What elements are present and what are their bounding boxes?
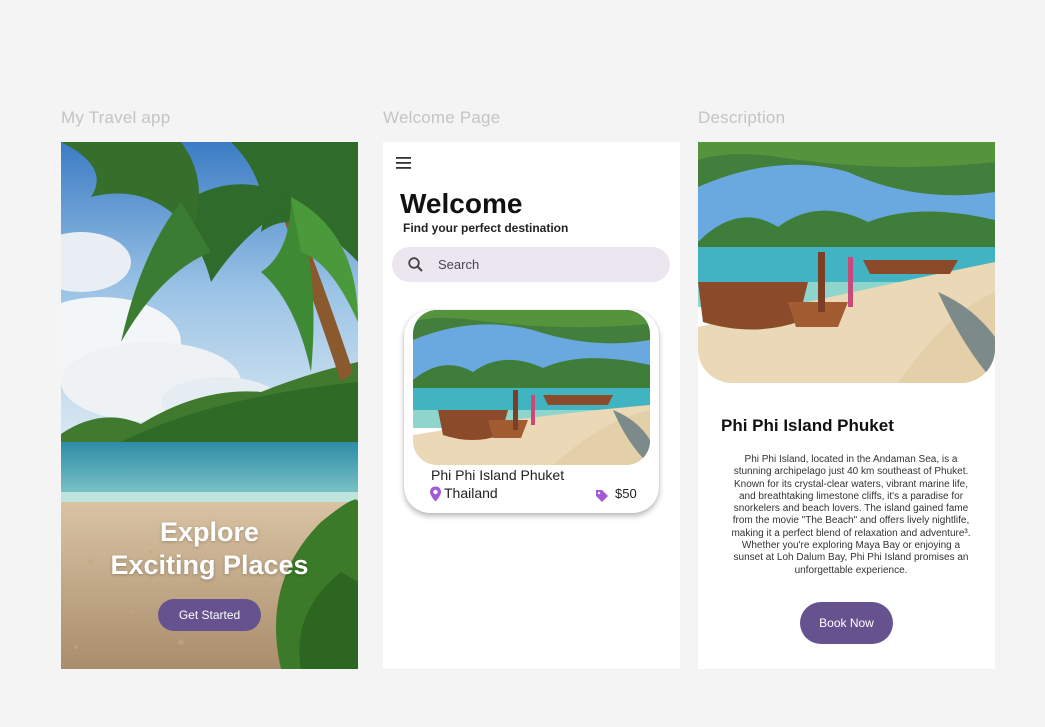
search-bar[interactable]: Search — [392, 247, 670, 282]
frame-label-description: Description — [698, 108, 786, 127]
page-subtitle: Find your perfect destination — [403, 221, 569, 235]
destination-card-image — [413, 310, 650, 465]
book-now-button[interactable]: Book Now — [800, 602, 893, 644]
hero-title: Explore Exciting Places — [61, 516, 358, 582]
hero-title-line-2: Exciting Places — [110, 550, 309, 580]
menu-icon[interactable] — [395, 156, 413, 170]
description-screen: Phi Phi Island Phuket Phi Phi Island, lo… — [698, 142, 995, 669]
hero-title-line-1: Explore — [159, 517, 260, 547]
destination-card-country: Thailand — [444, 485, 498, 501]
description-title: Phi Phi Island Phuket — [721, 416, 894, 435]
destination-card[interactable]: Phi Phi Island Phuket Thailand $50 — [404, 310, 659, 513]
location-pin-icon — [430, 486, 441, 502]
get-started-button[interactable]: Get Started — [158, 599, 261, 631]
description-body: Phi Phi Island, located in the Andaman S… — [731, 454, 971, 576]
price-tag-icon — [596, 490, 608, 502]
boats-beach-image — [698, 142, 995, 383]
search-icon — [408, 257, 423, 272]
search-input[interactable]: Search — [438, 257, 479, 272]
welcome-page-screen: Welcome Find your perfect destination Se… — [383, 142, 680, 669]
beach-palm-background-image — [61, 142, 358, 669]
page-title: Welcome — [400, 188, 523, 219]
destination-card-title: Phi Phi Island Phuket — [431, 467, 565, 483]
boats-beach-image — [413, 310, 650, 465]
frame-label-travel-app: My Travel app — [61, 108, 171, 127]
travel-app-screen: Explore Exciting Places Get Started — [61, 142, 358, 669]
destination-card-price: $50 — [615, 486, 637, 501]
description-hero-image — [698, 142, 995, 383]
frame-label-welcome-page: Welcome Page — [383, 108, 501, 127]
